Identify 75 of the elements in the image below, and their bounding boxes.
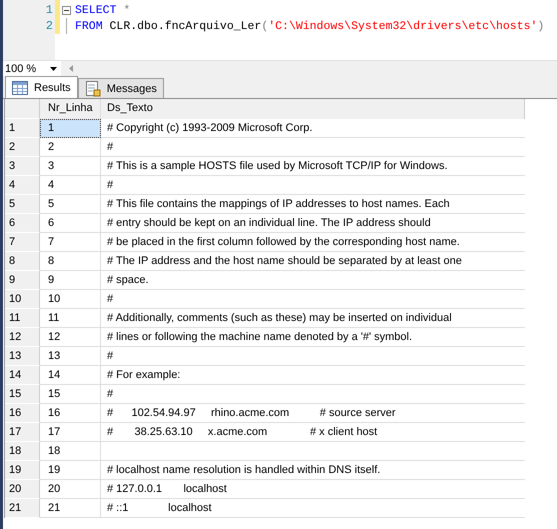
row-header[interactable]: 12	[5, 328, 40, 347]
table-cell: 16	[40, 404, 101, 423]
table-cell: 1	[40, 119, 101, 138]
table-cell: #	[107, 141, 114, 153]
row-header[interactable]: 11	[5, 309, 40, 328]
tab[interactable]: Results	[5, 76, 78, 98]
row-header[interactable]: 5	[5, 195, 40, 214]
caret-icon[interactable]	[50, 66, 57, 70]
table-cell: # 127.0.0.1 localhost	[107, 483, 227, 495]
row-header[interactable]: 7	[5, 233, 40, 252]
row-header[interactable]: 1	[5, 119, 40, 138]
table-cell: #	[107, 293, 114, 305]
zoom-dropdown[interactable]: 100 %	[3, 61, 61, 76]
row-header[interactable]: 2	[5, 138, 40, 157]
table-cell: 17	[40, 423, 101, 442]
line-number: 2	[44, 18, 54, 34]
table-cell: 3	[40, 157, 101, 176]
tab[interactable]: Messages	[78, 78, 164, 98]
table-cell: 4	[40, 176, 101, 195]
row-header[interactable]: 10	[5, 290, 40, 309]
row-header[interactable]: 17	[5, 423, 40, 442]
row-header[interactable]: 6	[5, 214, 40, 233]
column-header[interactable]: Nr_Linha	[40, 99, 101, 119]
row-header[interactable]: 13	[5, 347, 40, 366]
table-cell: #	[107, 350, 114, 362]
table-cell: # Copyright (c) 1993-2009 Microsoft Corp.	[107, 122, 312, 134]
table-cell: 21	[40, 499, 101, 518]
row-header[interactable]: 3	[5, 157, 40, 176]
line-number: 1	[44, 2, 54, 18]
grid-icon	[12, 80, 28, 94]
table-cell: 9	[40, 271, 101, 290]
table-cell: # localhost name resolution is handled within DNS itself.	[107, 464, 380, 476]
table-cell: 11	[40, 309, 101, 328]
row-header[interactable]: 9	[5, 271, 40, 290]
row-header[interactable]: 8	[5, 252, 40, 271]
table-cell: 2	[40, 138, 101, 157]
table-cell: 13	[40, 347, 101, 366]
table-cell: # lines or following the machine name denoted by a '#' symbol.	[107, 331, 412, 343]
row-header[interactable]: 18	[5, 442, 40, 461]
row-header[interactable]: 14	[5, 366, 40, 385]
row-header[interactable]: 15	[5, 385, 40, 404]
table-cell: 14	[40, 366, 101, 385]
table-cell: 7	[40, 233, 101, 252]
row-header[interactable]: 21	[5, 499, 40, 518]
table-cell: 8	[40, 252, 101, 271]
row-header[interactable]: 4	[5, 176, 40, 195]
table-cell: # entry should be kept on an individual line. The IP address should	[107, 217, 431, 229]
code-line: FROM CLR.dbo.fncArquivo_Ler('C:\Windows\System32\drivers\etc\hosts')	[75, 20, 544, 32]
table-cell: 12	[40, 328, 101, 347]
collapse-icon[interactable]	[62, 6, 71, 14]
table-cell: # This is a sample HOSTS file used by Microsoft TCP/IP for Windows.	[107, 160, 448, 172]
table-cell: # Additionally, comments (such as these) may be inserted on individual	[107, 312, 452, 324]
table-cell: 18	[40, 442, 101, 461]
table-cell: 10	[40, 290, 101, 309]
table-cell: 20	[40, 480, 101, 499]
table-cell: #	[107, 388, 114, 400]
table-cell: # The IP address and the host name should be separated by at least one	[107, 255, 462, 267]
table-cell: # 102.54.94.97 rhino.acme.com # source server	[107, 407, 396, 419]
table-cell: 15	[40, 385, 101, 404]
table-cell: #	[107, 179, 114, 191]
table-cell: 5	[40, 195, 101, 214]
code-line: SELECT *	[75, 4, 130, 16]
table-cell: # For example:	[107, 369, 180, 381]
table-cell: # be placed in the first column followed by the corresponding host name.	[107, 236, 460, 248]
table-cell: # 38.25.63.10 x.acme.com # x client host	[107, 426, 378, 438]
table-cell: 6	[40, 214, 101, 233]
row-header[interactable]: 20	[5, 480, 40, 499]
table-cell: # ::1 localhost	[107, 502, 212, 514]
table-cell: # space.	[107, 274, 149, 286]
column-header[interactable]: Ds_Texto	[101, 99, 525, 119]
document-icon	[84, 80, 101, 96]
table-cell: # This file contains the mappings of IP addresses to host names. Each	[107, 198, 450, 210]
row-header[interactable]: 16	[5, 404, 40, 423]
table-cell: 19	[40, 461, 101, 480]
row-header[interactable]: 19	[5, 461, 40, 480]
